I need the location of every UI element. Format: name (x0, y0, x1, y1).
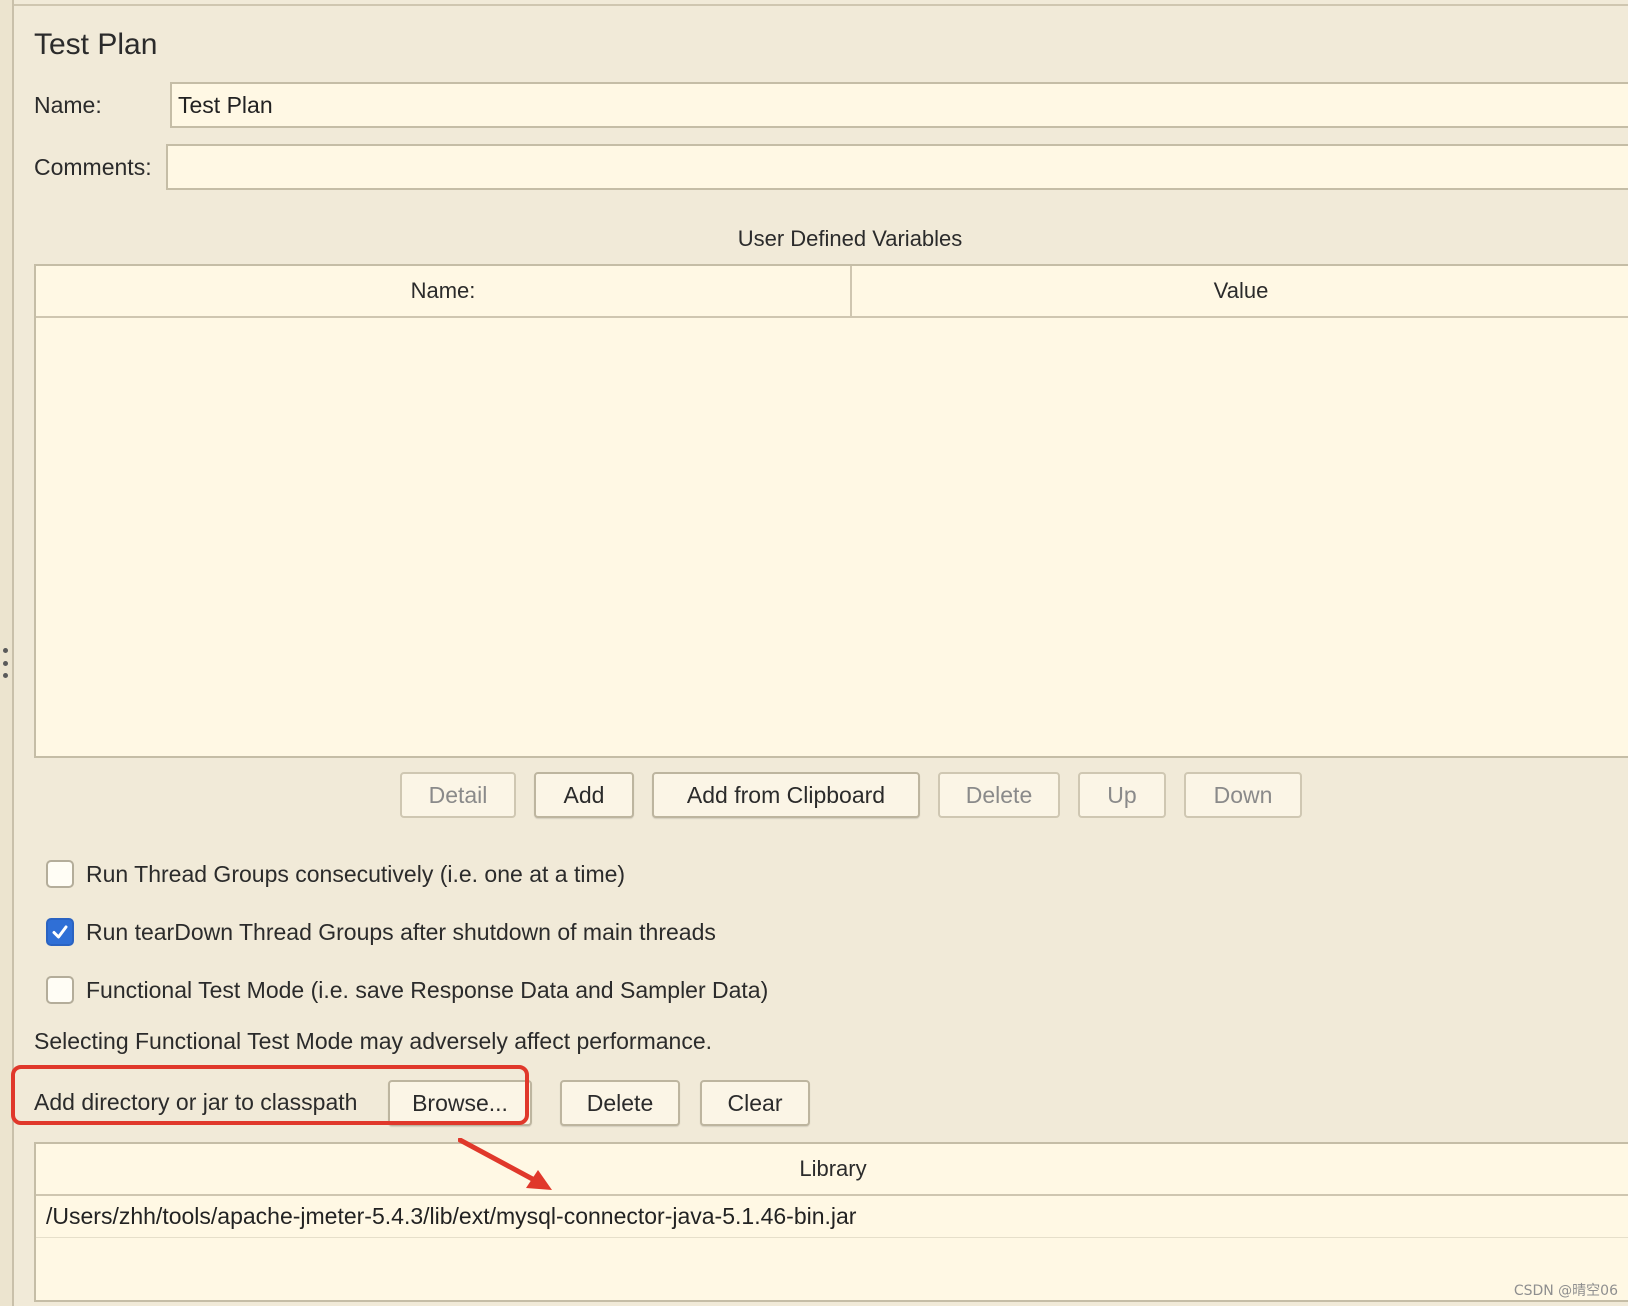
column-header-name[interactable]: Name: (36, 266, 852, 316)
library-column-header[interactable]: Library (36, 1144, 1628, 1196)
arrow-annotation-icon (458, 1138, 552, 1190)
name-label: Name: (34, 92, 102, 118)
name-input[interactable] (170, 82, 1628, 128)
library-table[interactable]: Library /Users/zhh/tools/apache-jmeter-5… (34, 1142, 1628, 1302)
column-header-value[interactable]: Value (852, 266, 1628, 316)
option-label: Functional Test Mode (i.e. save Response… (86, 976, 769, 1003)
watermark: CSDN @晴空06 (1513, 1283, 1618, 1299)
add-from-clipboard-button[interactable]: Add from Clipboard (652, 772, 920, 818)
checkbox-run-teardown[interactable] (46, 918, 74, 946)
option-run-teardown[interactable]: Run tearDown Thread Groups after shutdow… (46, 918, 716, 946)
checkbox-run-consecutively[interactable] (46, 860, 74, 888)
table-header: Name: Value (36, 266, 1628, 318)
delete-classpath-button[interactable]: Delete (560, 1080, 680, 1126)
delete-variable-button[interactable]: Delete (938, 772, 1060, 818)
user-defined-variables-table[interactable]: Name: Value (34, 264, 1628, 758)
down-button[interactable]: Down (1184, 772, 1302, 818)
option-label: Run Thread Groups consecutively (i.e. on… (86, 860, 626, 887)
detail-button[interactable]: Detail (400, 772, 516, 818)
clear-button[interactable]: Clear (700, 1080, 810, 1126)
option-run-consecutively[interactable]: Run Thread Groups consecutively (i.e. on… (46, 860, 625, 888)
comments-input[interactable] (166, 144, 1628, 190)
user-defined-variables-title: User Defined Variables (737, 226, 963, 251)
table-row[interactable]: /Users/zhh/tools/apache-jmeter-5.4.3/lib… (36, 1196, 1628, 1238)
checkmark-icon (52, 925, 68, 939)
option-functional-test-mode[interactable]: Functional Test Mode (i.e. save Response… (46, 976, 768, 1004)
checkbox-functional-test-mode[interactable] (46, 976, 74, 1004)
comments-label: Comments: (34, 154, 152, 180)
highlight-annotation (11, 1065, 529, 1125)
variables-button-row: Detail Add Add from Clipboard Delete Up … (0, 772, 1628, 820)
add-button[interactable]: Add (534, 772, 634, 818)
splitter-handle-icon[interactable] (1, 648, 9, 678)
top-border (14, 0, 1628, 6)
option-label: Run tearDown Thread Groups after shutdow… (86, 918, 716, 945)
up-button[interactable]: Up (1078, 772, 1166, 818)
page-title: Test Plan (34, 28, 158, 61)
functional-mode-note: Selecting Functional Test Mode may adver… (34, 1028, 712, 1054)
